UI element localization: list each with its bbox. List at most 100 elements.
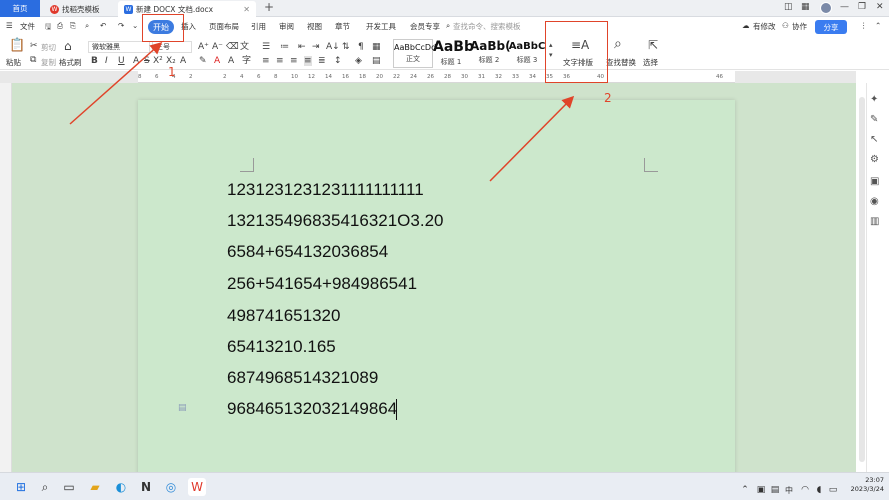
tab-home[interactable]: 首页: [0, 0, 40, 17]
more-icon[interactable]: ⌄: [132, 21, 138, 30]
align-left-icon[interactable]: ≡: [262, 56, 270, 66]
document-line[interactable]: 6584+654132036854: [227, 242, 388, 262]
grid-icon[interactable]: ▦: [801, 2, 810, 12]
redo-icon[interactable]: ↷: [118, 21, 124, 30]
document-line[interactable]: 6874968514321089: [227, 368, 378, 388]
text-effect-icon[interactable]: A: [180, 56, 186, 66]
edit-icon[interactable]: ✎: [870, 114, 878, 125]
find-replace-icon[interactable]: ⌕: [614, 37, 622, 51]
menu-page-layout[interactable]: 页面布局: [209, 21, 239, 32]
menu-view[interactable]: 视图: [307, 21, 322, 32]
paste-icon[interactable]: 📋: [9, 39, 25, 52]
strikethrough-icon[interactable]: S: [144, 56, 150, 66]
cut-button[interactable]: 剪切: [41, 42, 56, 53]
browser-icon[interactable]: ◎: [162, 478, 180, 496]
decrease-indent-icon[interactable]: ⇤: [298, 42, 306, 52]
pointer-icon[interactable]: ↖: [870, 134, 878, 145]
cut-icon[interactable]: ✂: [30, 41, 38, 51]
document-line[interactable]: 132135496835416321O3.20: [227, 211, 444, 231]
search-input[interactable]: 查找命令、搜索模板: [453, 21, 521, 32]
sort-icon[interactable]: ⇅: [342, 42, 350, 52]
font-name-select[interactable]: 微软雅黑: [88, 41, 150, 53]
char-border-icon[interactable]: A: [228, 56, 234, 66]
horizontal-ruler[interactable]: 8 6 4 2 2 4 6 8 10 12 14 16 18 20 22 24 26 28 30 31 32 33 34 35…: [138, 71, 735, 83]
edge-icon[interactable]: ◐: [112, 478, 130, 496]
document-line[interactable]: 256+541654+984986541: [227, 274, 417, 294]
find-replace-button[interactable]: 查找替换: [606, 57, 636, 68]
document-line[interactable]: 1231231231231111111111: [227, 180, 424, 200]
font-size-select[interactable]: 三号: [152, 41, 192, 53]
layout-icon[interactable]: ◫: [784, 2, 793, 12]
align-right-icon[interactable]: ≡: [290, 56, 298, 66]
clear-format-icon[interactable]: ⌫: [226, 42, 239, 52]
wps-taskbar-icon[interactable]: W: [188, 478, 206, 496]
task-view-icon[interactable]: ▭: [60, 478, 78, 496]
justify-icon[interactable]: ≡: [304, 56, 312, 66]
menu-member[interactable]: 会员专享: [410, 21, 440, 32]
maximize-icon[interactable]: ❐: [858, 2, 866, 12]
shading-icon[interactable]: ◈: [355, 56, 362, 66]
align-center-icon[interactable]: ≡: [276, 56, 284, 66]
superscript-icon[interactable]: X²: [153, 56, 163, 66]
style-heading2[interactable]: AaBb( 标题 2: [470, 39, 511, 65]
char-shading-icon[interactable]: 字: [242, 56, 251, 66]
hamburger-icon[interactable]: ☰: [6, 21, 13, 30]
preview-icon[interactable]: ⌕: [85, 21, 89, 31]
chinese-layout-icon[interactable]: A↓: [326, 42, 340, 52]
location-icon[interactable]: ◉: [870, 196, 879, 207]
windows-start-icon[interactable]: ⊞: [12, 478, 30, 496]
format-painter-icon[interactable]: ⌂: [64, 40, 72, 52]
scrollbar-thumb[interactable]: [859, 97, 865, 462]
pinyin-icon[interactable]: 文: [240, 42, 249, 52]
collab-button[interactable]: 协作: [792, 21, 807, 32]
format-painter-button[interactable]: 格式刷: [59, 57, 82, 68]
close-window-icon[interactable]: ✕: [876, 2, 884, 12]
copy-button[interactable]: 复制: [41, 57, 56, 68]
bullet-list-icon[interactable]: ☰: [262, 42, 270, 52]
underline-icon[interactable]: U: [118, 56, 125, 66]
document-line[interactable]: 968465132032149864: [227, 399, 397, 419]
save-icon[interactable]: 🖫: [45, 21, 51, 34]
shrink-font-icon[interactable]: A⁻: [212, 42, 223, 52]
close-tab-icon[interactable]: ✕: [243, 5, 250, 14]
undo-icon[interactable]: ↶: [100, 21, 106, 30]
highlight-icon[interactable]: ✎: [199, 56, 207, 66]
tab-templates[interactable]: W 找稻壳模板: [44, 1, 114, 17]
table-border-icon[interactable]: ▤: [372, 56, 381, 66]
increase-indent-icon[interactable]: ⇥: [312, 42, 320, 52]
distributed-icon[interactable]: ≣: [318, 56, 326, 66]
copy-icon[interactable]: ⧉: [30, 55, 36, 65]
avatar[interactable]: [820, 2, 832, 14]
menu-references[interactable]: 引用: [251, 21, 266, 32]
taskbar-clock[interactable]: 23:07 2023/3/24: [838, 476, 884, 494]
menu-review[interactable]: 审阅: [279, 21, 294, 32]
font-color-icon[interactable]: A: [214, 56, 220, 66]
italic-icon[interactable]: I: [105, 56, 108, 66]
line-spacing-icon[interactable]: ↕: [334, 56, 342, 66]
borders-icon[interactable]: ▦: [372, 42, 381, 52]
collapse-ribbon-icon[interactable]: ⌃: [875, 21, 881, 30]
select-cursor-icon[interactable]: ⇱: [648, 39, 658, 51]
new-tab-button[interactable]: +: [264, 0, 274, 14]
print-icon[interactable]: ⎙: [57, 21, 63, 31]
document-line[interactable]: 498741651320: [227, 306, 340, 326]
select-button[interactable]: 选择: [643, 57, 658, 68]
more-options-icon[interactable]: ⋮: [860, 21, 868, 30]
bold-icon[interactable]: B: [91, 56, 98, 66]
export-icon[interactable]: ⎘: [70, 21, 76, 31]
share-button[interactable]: 分享: [815, 20, 847, 34]
modified-status[interactable]: 有修改: [753, 21, 776, 32]
paste-button[interactable]: 粘贴: [6, 57, 21, 68]
font-effect-icon[interactable]: A: [133, 56, 139, 66]
file-explorer-icon[interactable]: ▰: [86, 478, 104, 496]
style-heading1[interactable]: AaBb 标题 1: [433, 39, 474, 67]
taskbar-search-icon[interactable]: ⌕: [36, 478, 54, 496]
paragraph-handle-icon[interactable]: ▤: [178, 403, 187, 413]
menu-chapter[interactable]: 章节: [335, 21, 350, 32]
image-icon[interactable]: ▣: [870, 176, 879, 187]
menu-file[interactable]: 文件: [20, 21, 35, 32]
show-marks-icon[interactable]: ¶: [358, 42, 364, 52]
minimize-icon[interactable]: —: [840, 2, 849, 12]
tab-document[interactable]: W 新建 DOCX 文档.docx ✕: [118, 1, 256, 17]
settings-sliders-icon[interactable]: ⚙: [870, 154, 879, 165]
